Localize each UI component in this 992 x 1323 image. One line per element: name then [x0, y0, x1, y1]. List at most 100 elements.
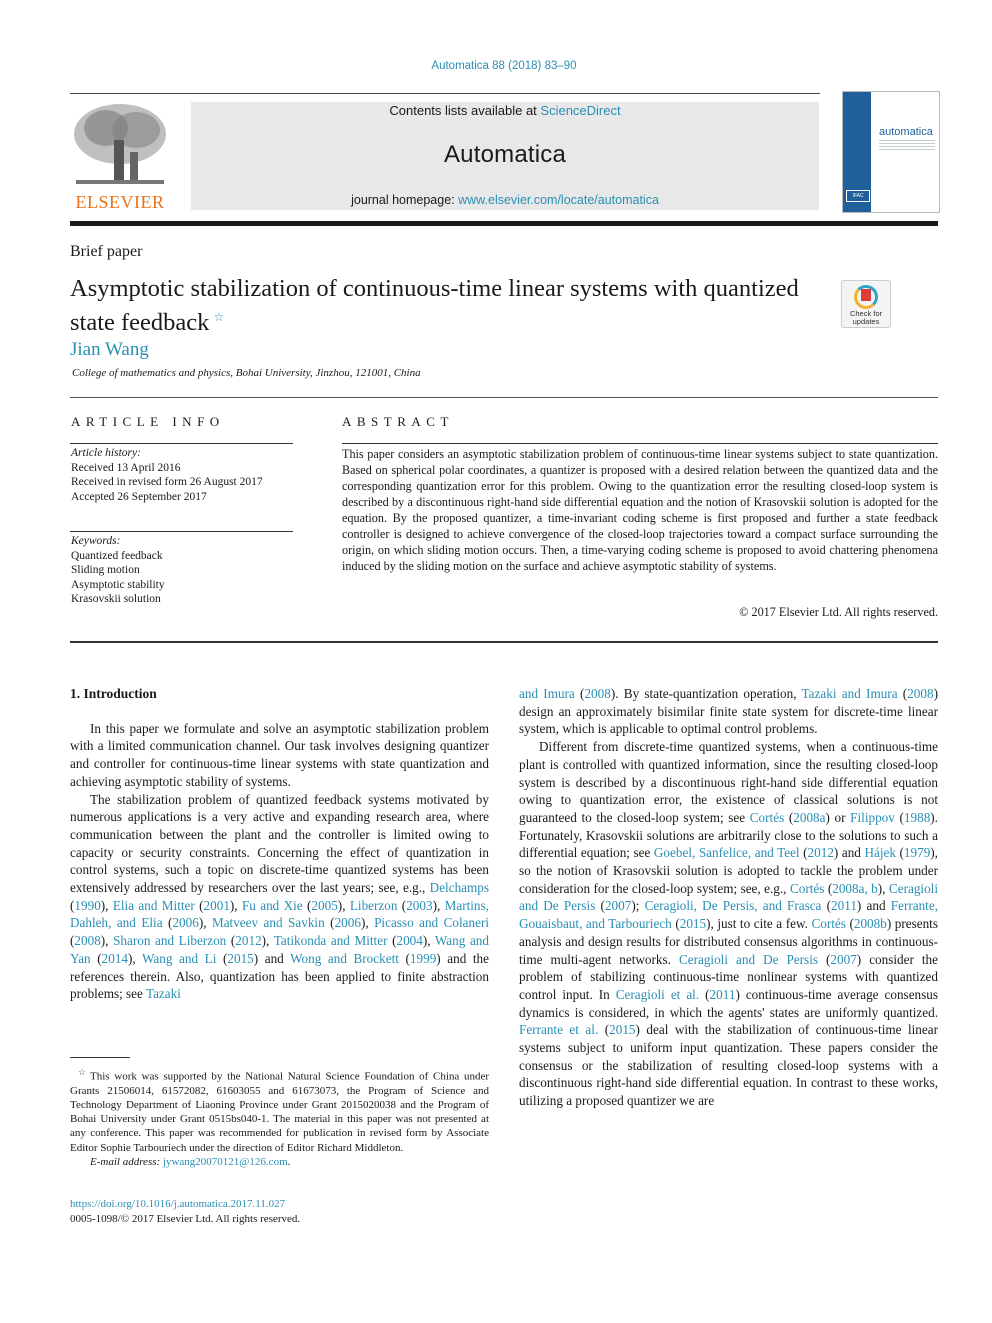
citation-link[interactable]: 1988: [904, 810, 930, 825]
paper-title: Asymptotic stabilization of continuous-t…: [70, 274, 810, 337]
title-divider: [70, 397, 938, 398]
citation-link[interactable]: Tatikonda and Mitter: [274, 933, 388, 948]
citation-link[interactable]: 2008: [584, 686, 610, 701]
citation-link[interactable]: 2008: [74, 933, 100, 948]
citation-link[interactable]: Cortés: [790, 881, 824, 896]
paragraph-text: ),: [100, 933, 114, 949]
citation-link[interactable]: and Imura: [519, 686, 575, 701]
citation-link[interactable]: Wang and Li: [142, 951, 216, 966]
top-rule: [70, 93, 820, 94]
footnote-rule: [70, 1057, 130, 1058]
citation-link[interactable]: Delchamps: [430, 880, 489, 895]
journal-cover-thumbnail[interactable]: automatica IFAC: [842, 91, 940, 213]
citation-link[interactable]: Sharon and Liberzon: [113, 933, 226, 948]
citation-link[interactable]: Fu and Xie: [242, 898, 303, 913]
citation-link[interactable]: 1999: [410, 951, 436, 966]
citation-link[interactable]: Liberzon: [350, 898, 398, 913]
citation-link[interactable]: 2006: [335, 915, 361, 930]
citation-link[interactable]: 2007: [605, 898, 631, 913]
citation-link[interactable]: Elia and Mitter: [113, 898, 195, 913]
citation-link[interactable]: 2015: [227, 951, 253, 966]
paragraph-text: (: [799, 845, 808, 861]
citation-link[interactable]: 2008a: [793, 810, 825, 825]
paragraph-text: ) or: [825, 809, 851, 825]
citation-link[interactable]: 2014: [102, 951, 128, 966]
footnote-star-icon: ☆: [78, 1067, 89, 1077]
paragraph-text: (: [818, 951, 831, 967]
article-history: Article history: Received 13 April 2016 …: [71, 446, 263, 504]
citation-link[interactable]: Matveev and Savkin: [212, 915, 325, 930]
paragraph-text: ),: [229, 897, 242, 913]
citation-link[interactable]: 2012: [808, 845, 834, 860]
citation-link[interactable]: Picasso and Colaneri: [374, 915, 489, 930]
paragraph-text: (: [90, 950, 102, 966]
elsevier-wordmark[interactable]: ELSEVIER: [70, 192, 170, 213]
citation-link[interactable]: 2011: [831, 898, 857, 913]
article-type: Brief paper: [70, 243, 143, 260]
citation-link[interactable]: 2011: [710, 987, 736, 1002]
keywords-rule: [70, 531, 293, 532]
citation-link[interactable]: 2005: [311, 898, 337, 913]
citation-link[interactable]: 2012: [235, 933, 261, 948]
doi-link[interactable]: https://doi.org/10.1016/j.automatica.201…: [70, 1197, 300, 1212]
journal-reference[interactable]: Automatica 88 (2018) 83–90: [0, 60, 992, 72]
header-thick-rule: [70, 221, 938, 226]
tree-icon: [74, 104, 166, 184]
paragraph-text: (: [595, 898, 605, 914]
citation-link[interactable]: 2006: [172, 915, 198, 930]
citation-link[interactable]: 2008b: [854, 916, 887, 931]
citation-link[interactable]: Hájek: [864, 845, 896, 860]
journal-homepage-link[interactable]: www.elsevier.com/locate/automatica: [458, 193, 659, 207]
citation-link[interactable]: 2008a, b: [832, 881, 878, 896]
paragraph-text: ). By state-quantization operation,: [610, 686, 802, 701]
bookmark-flag-icon: [861, 289, 871, 301]
citation-link[interactable]: 2015: [680, 916, 706, 931]
paragraph-text: ) and: [253, 950, 291, 966]
paragraph-text: (: [671, 916, 680, 932]
keyword-item: Sliding motion: [71, 564, 140, 576]
contents-prefix: Contents lists available at: [389, 103, 541, 118]
homepage-prefix: journal homepage:: [351, 193, 459, 207]
citation-link[interactable]: 2008: [907, 686, 933, 701]
abstract-heading: ABSTRACT: [342, 414, 454, 429]
paragraph: and Imura (2008). By state-quantization …: [519, 685, 938, 738]
citation-link[interactable]: Cortés: [811, 916, 845, 931]
citation-link[interactable]: 2004: [396, 933, 422, 948]
paragraph-text: ),: [337, 897, 350, 913]
sciencedirect-link[interactable]: ScienceDirect: [540, 103, 620, 118]
citation-link[interactable]: Ferrante et al.: [519, 1022, 598, 1037]
citation-link[interactable]: Cortés: [750, 810, 784, 825]
citation-link[interactable]: Wong and Brockett: [290, 951, 399, 966]
citation-link[interactable]: Filippov: [850, 810, 895, 825]
citation-link[interactable]: 2015: [609, 1022, 635, 1037]
citation-link[interactable]: Goebel, Sanfelice, and Teel: [654, 845, 800, 860]
author-name[interactable]: Jian Wang: [70, 339, 149, 361]
paragraph-text: ),: [422, 933, 435, 949]
citation-link[interactable]: Ceragioli, De Persis, and Frasca: [645, 898, 822, 913]
check-for-updates-button[interactable]: Check for updates: [841, 280, 891, 328]
citation-link[interactable]: Tazaki: [146, 986, 181, 1001]
citation-link[interactable]: Ceragioli and De Persis: [679, 952, 818, 967]
paragraph-text: ),: [100, 897, 113, 913]
paragraph-text: ),: [198, 915, 212, 931]
paragraph-text: ) and: [833, 845, 865, 861]
cover-title: automatica: [879, 126, 933, 138]
citation-link[interactable]: 1990: [74, 898, 100, 913]
citation-link[interactable]: Ceragioli et al.: [616, 987, 699, 1002]
paragraph-text: (: [897, 686, 908, 701]
footnote-text: This work was supported by the National …: [70, 1070, 489, 1154]
citation-link[interactable]: Tazaki and Imura: [802, 686, 898, 701]
citation-link[interactable]: 2001: [204, 898, 230, 913]
author-email-link[interactable]: jywang20070121@126.com: [163, 1156, 288, 1168]
paragraph-text: (: [324, 915, 335, 931]
citation-link[interactable]: 1979: [904, 845, 930, 860]
citation-link[interactable]: 2007: [830, 952, 856, 967]
email-line: E-mail address: jywang20070121@126.com.: [70, 1155, 489, 1169]
citation-link[interactable]: 2003: [406, 898, 432, 913]
paragraph-text: (: [845, 916, 854, 932]
article-info-rule: [70, 443, 293, 444]
history-revised: Received in revised form 26 August 2017: [71, 476, 263, 488]
paragraph-text: (: [574, 686, 585, 701]
paragraph-text: (: [598, 1022, 610, 1038]
title-footnote-star-icon[interactable]: ☆: [213, 310, 224, 324]
